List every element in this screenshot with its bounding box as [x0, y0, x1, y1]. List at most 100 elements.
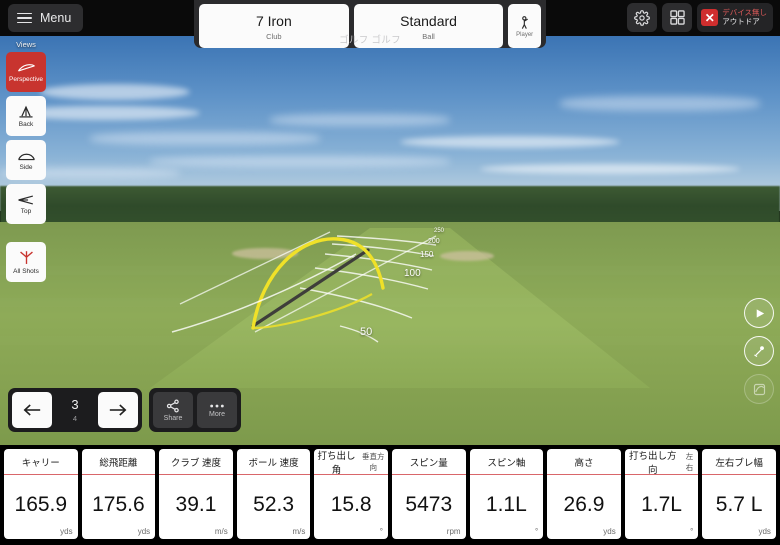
stat-unit: °	[534, 527, 539, 536]
stat-label-main: 打ち出し角	[317, 450, 356, 476]
view-button-side[interactable]: Side	[6, 140, 46, 180]
stat-label-main: ボール 速度	[248, 457, 299, 469]
device-status-line2: アウトドア	[722, 16, 760, 26]
top-right-actions: ✕ デバイス無し アウトドア	[627, 3, 773, 32]
player-icon	[521, 15, 528, 29]
shot-total: 4	[72, 413, 78, 423]
stat-label: ボール 速度	[236, 449, 311, 475]
stat-label-main: キャリー	[21, 457, 60, 469]
device-status-text: デバイス無し アウトドア	[722, 9, 767, 25]
distance-marker-200: 200	[428, 238, 440, 245]
next-shot-button[interactable]	[98, 392, 138, 428]
view-button-back[interactable]: Back	[6, 96, 46, 136]
hamburger-icon	[17, 12, 32, 24]
stat-label: スピン軸	[469, 449, 544, 475]
grid-icon	[670, 10, 685, 25]
back-view-icon	[19, 105, 33, 118]
device-status-badge[interactable]: ✕ デバイス無し アウトドア	[697, 3, 773, 32]
shot-counter: 3 4	[56, 392, 94, 428]
stat-label-main: スピン軸	[487, 457, 526, 469]
course-name: ゴルフ ゴルフ	[339, 35, 401, 46]
bunker	[232, 248, 298, 259]
stat-label-main: 高さ	[574, 457, 594, 469]
arrow-left-icon	[23, 404, 41, 416]
settings-button[interactable]	[627, 3, 658, 32]
stat-label-sub: 垂直方向	[362, 451, 385, 472]
stat-value: 1.1L	[485, 493, 527, 516]
playback-controls	[744, 298, 774, 404]
stat-card[interactable]: ボール 速度 52.3 m/s	[236, 449, 311, 539]
stat-label: キャリー	[4, 449, 78, 475]
share-button[interactable]: Share	[153, 392, 193, 428]
stat-card[interactable]: 総飛距離 175.6 yds	[81, 449, 156, 539]
stat-card[interactable]: 左右ブレ幅 5.7 Lyds	[702, 449, 776, 539]
stat-unit: yds	[758, 527, 771, 536]
stat-label-sub: 左右	[685, 451, 694, 472]
stat-card[interactable]: 打ち出し方向 左右 1.7L °	[624, 449, 699, 539]
share-label: Share	[163, 414, 183, 422]
view-label-back: Back	[18, 120, 34, 128]
stat-card[interactable]: キャリー 165.9 yds	[4, 449, 78, 539]
menu-button-label: Menu	[40, 11, 72, 25]
shot-navigation: 3 4 Share More	[8, 388, 241, 432]
course-3d-view[interactable]: 50 100 150 200 250	[0, 36, 780, 445]
stat-label: 打ち出し角 垂直方向	[314, 449, 388, 476]
stat-label-main: 左右ブレ幅	[715, 457, 763, 469]
stat-card[interactable]: クラブ 速度 39.1 m/s	[159, 449, 233, 539]
share-icon	[166, 399, 179, 412]
stat-card[interactable]: スピン軸 1.1L °	[469, 449, 544, 539]
stat-label: 左右ブレ幅	[702, 449, 776, 475]
stat-card[interactable]: 打ち出し角 垂直方向 15.8 °	[314, 449, 388, 539]
stat-unit: m/s	[214, 527, 228, 536]
menu-button[interactable]: Menu	[8, 4, 84, 32]
cloud	[270, 114, 450, 126]
stat-unit: rpm	[446, 527, 461, 536]
shot-current: 3	[71, 396, 79, 412]
shot-stepper-group: 3 4	[8, 388, 142, 432]
ball-flight-button[interactable]	[744, 374, 774, 404]
stat-unit: yds	[60, 527, 73, 536]
cloud	[40, 84, 190, 100]
stat-unit: yds	[603, 527, 616, 536]
stat-label-main: 打ち出し方向	[628, 450, 677, 476]
bunker	[440, 251, 494, 261]
swing-view-button[interactable]	[744, 336, 774, 366]
distance-marker-250: 250	[434, 228, 445, 234]
view-button-top[interactable]: Top	[6, 184, 46, 224]
view-button-all-shots[interactable]: All Shots	[6, 242, 46, 282]
mow-stripe	[0, 266, 780, 275]
cloud	[400, 136, 620, 148]
previous-shot-button[interactable]	[12, 392, 52, 428]
stat-unit: m/s	[292, 527, 306, 536]
stat-card[interactable]: 高さ 26.9 yds	[547, 449, 621, 539]
stat-unit: yds	[137, 527, 151, 536]
more-label: More	[209, 410, 225, 418]
view-label-all-shots: All Shots	[13, 267, 39, 275]
top-view-icon	[17, 194, 33, 205]
views-rail: Views Perspective Back Side Top All Shot…	[6, 40, 46, 286]
arrow-right-icon	[109, 404, 127, 416]
view-button-perspective[interactable]: Perspective	[6, 52, 46, 92]
cloud	[480, 164, 740, 174]
views-title: Views	[16, 40, 36, 49]
more-button[interactable]: More	[197, 392, 237, 428]
close-x-icon: ✕	[701, 9, 719, 26]
gear-icon	[634, 9, 651, 26]
layout-grid-button[interactable]	[662, 3, 693, 32]
shot-actions-group: Share More	[149, 388, 241, 432]
ball-flight-icon	[753, 383, 765, 395]
view-label-top: Top	[20, 207, 32, 215]
stat-unit: °	[690, 527, 694, 536]
club-ball-player-selectors: 7 Iron Club Standard Ball Player ゴルフ ゴルフ	[194, 0, 546, 48]
club-swing-icon	[753, 345, 764, 357]
cloud	[90, 132, 320, 145]
club-value: 7 Iron	[255, 13, 292, 30]
stat-value: 15.8	[330, 493, 372, 516]
distance-marker-100: 100	[404, 268, 421, 279]
stat-card[interactable]: スピン量 5473 rpm	[391, 449, 466, 539]
stat-label: 高さ	[547, 449, 621, 475]
view-label-perspective: Perspective	[9, 75, 43, 83]
play-button[interactable]	[744, 298, 774, 328]
distance-marker-50: 50	[360, 326, 373, 338]
side-view-icon	[17, 153, 35, 160]
